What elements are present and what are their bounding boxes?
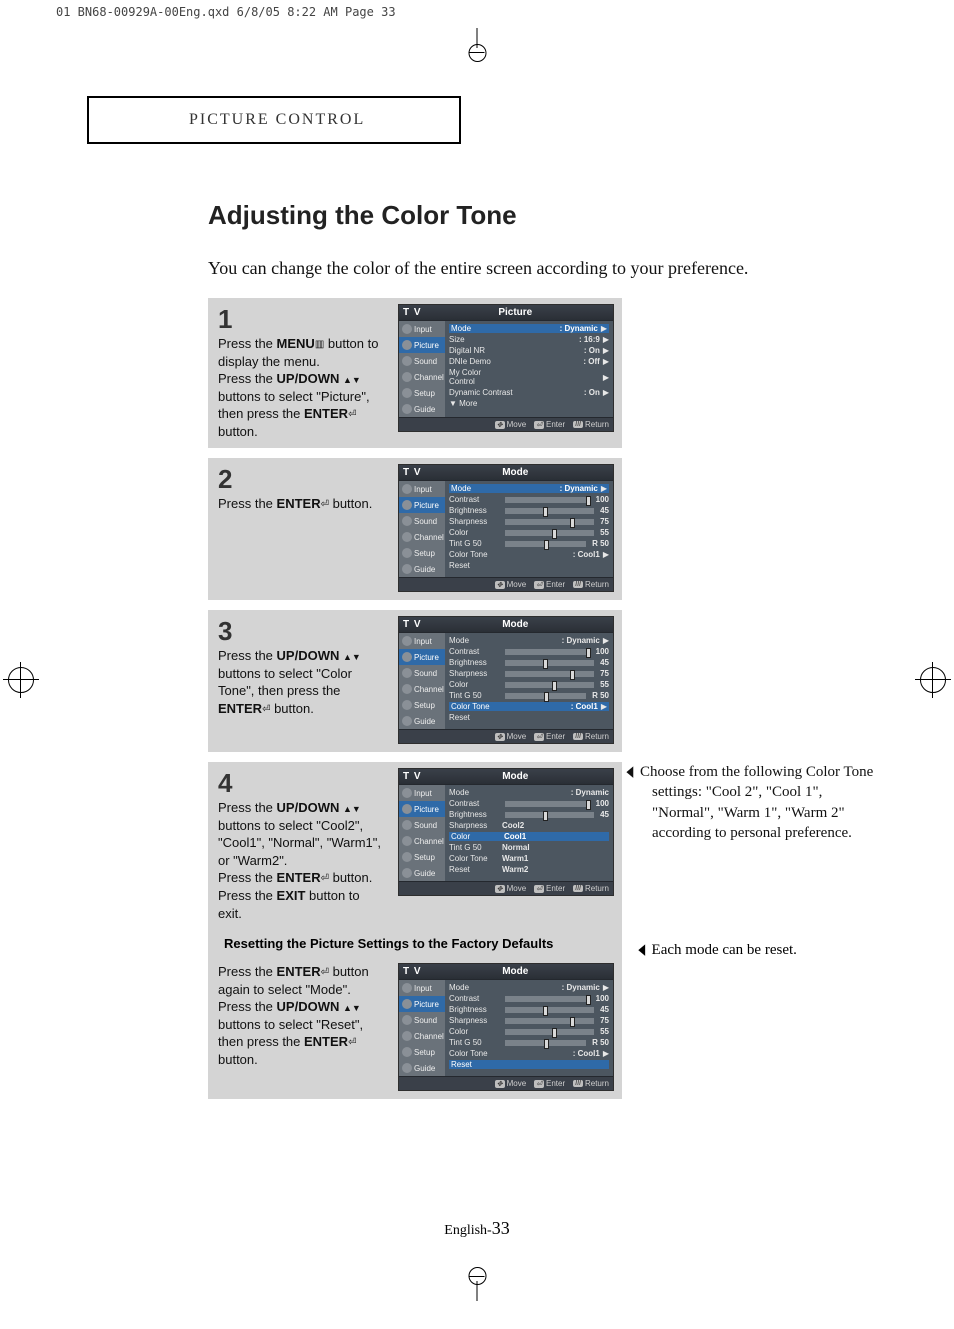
side-note-1: ◀Choose from the following Color Tone se… (636, 762, 886, 853)
reset-heading: Resetting the Picture Settings to the Fa… (218, 930, 559, 955)
menu-icon: ▥ (315, 339, 324, 350)
step-3-text: Press the UP/DOWN ▲▼ buttons to select "… (218, 647, 384, 717)
step-3-osd: T VMode Input Picture Sound Channel Setu… (398, 616, 612, 744)
osd-main: Mode: Dynamic▶ Size: 16:9▶ Digital NR: O… (445, 321, 613, 417)
side-note-2: ◀Each mode can be reset. (636, 940, 886, 959)
step-3: 3 Press the UP/DOWN ▲▼ buttons to select… (208, 610, 622, 752)
step-3-number: 3 (218, 616, 388, 647)
enter-icon: ⏎ (348, 409, 356, 420)
reset-text: Press the ENTER⏎ button again to select … (218, 963, 384, 1068)
crop-mark-bottom (477, 1281, 478, 1301)
step-1-number: 1 (218, 304, 388, 335)
enter-icon: ⏎ (348, 1037, 356, 1048)
left-triangle-icon: ◀ (638, 940, 645, 959)
osd-tv-label: T V (403, 307, 422, 318)
updown-icon: ▲▼ (343, 652, 361, 662)
updown-icon: ▲▼ (343, 804, 361, 814)
updown-icon: ▲▼ (343, 1003, 361, 1013)
step-4-number: 4 (218, 768, 388, 799)
section-title: PICTURE CONTROL (189, 111, 365, 129)
reset-osd: T VMode Input Picture Sound Channel Setu… (398, 963, 612, 1091)
osd-sidebar: Input Picture Sound Channel Setup Guide (399, 321, 445, 417)
step-1: 1 Press the MENU▥ button to display the … (208, 298, 622, 448)
step-2-number: 2 (218, 464, 388, 495)
step-4: 4 Press the UP/DOWN ▲▼ buttons to select… (208, 762, 622, 1099)
page-title: Adjusting the Color Tone (208, 200, 517, 231)
step-1-osd: T V Picture Input Picture Sound Channel S… (398, 304, 612, 432)
intro-text: You can change the color of the entire s… (208, 258, 748, 279)
enter-icon: ⏎ (321, 499, 329, 510)
enter-icon: ⏎ (321, 967, 329, 978)
osd-footer: ✥Move ⏎Enter IIIReturn (399, 417, 613, 431)
step-2-text: Press the ENTER⏎ button. (218, 495, 384, 513)
updown-icon: ▲▼ (343, 375, 361, 385)
step-4-text: Press the UP/DOWN ▲▼ buttons to select "… (218, 799, 384, 922)
step-2: 2 Press the ENTER⏎ button. T VMode Input… (208, 458, 622, 600)
registration-mark-right (920, 667, 946, 693)
step-1-text: Press the MENU▥ button to display the me… (218, 335, 384, 440)
section-header-box: PICTURE CONTROL (87, 96, 461, 144)
osd-panel-title: Picture (498, 307, 532, 318)
step-2-osd: T VMode Input Picture Sound Channel Setu… (398, 464, 612, 592)
crop-mark-top (477, 28, 478, 48)
registration-mark-left (8, 667, 34, 693)
prepress-header: 01 BN68-00929A-00Eng.qxd 6/8/05 8:22 AM … (56, 5, 396, 19)
steps-column: 1 Press the MENU▥ button to display the … (208, 298, 622, 1099)
step-4-osd: T VMode Input Picture Sound Channel Setu… (398, 768, 612, 896)
page-number: English-33 (0, 1218, 954, 1239)
enter-icon: ⏎ (321, 873, 329, 884)
manual-page: 01 BN68-00929A-00Eng.qxd 6/8/05 8:22 AM … (0, 0, 954, 1329)
